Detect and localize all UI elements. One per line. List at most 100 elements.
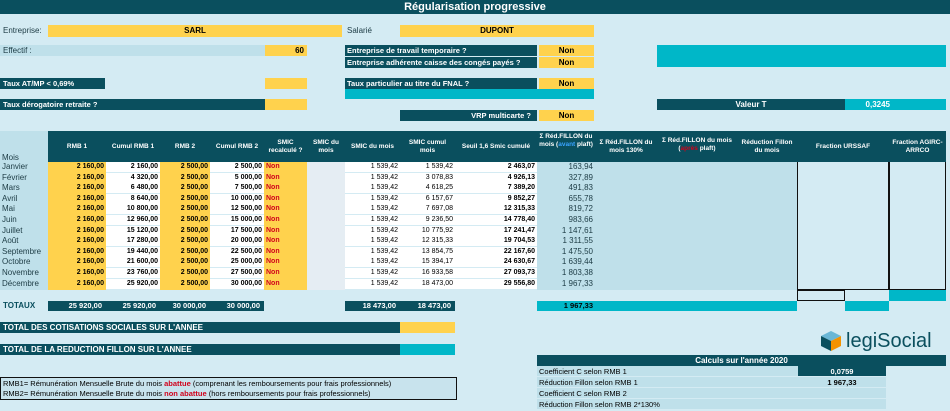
header-red-apres-b: après [680,145,698,152]
cell-cumul-rmb1: 25 920,00 [106,278,160,289]
cell-smic-cumul: 13 854,75 [400,246,455,257]
cell-rmb2[interactable]: 2 500,00 [160,162,210,172]
table-row: Juillet 2 160,00 15 120,00 2 500,00 17 500,0… [0,225,950,236]
effectif-result-box [657,45,946,67]
cell-rmb1[interactable]: 2 160,00 [48,173,106,183]
cell-red: 983,66 [568,215,593,224]
cell-rmb2[interactable]: 2 500,00 [160,204,210,214]
cell-smic-recalc[interactable]: Non [264,257,307,267]
cell-smic-cumul: 6 157,67 [400,193,455,204]
cell-rmb1[interactable]: 2 160,00 [48,162,106,172]
cell-smic-recalc[interactable]: Non [264,247,307,257]
totaux-red-130 [595,301,797,311]
cell-cumul-rmb1: 21 600,00 [106,257,160,268]
cell-smic-recalc[interactable]: Non [264,194,307,204]
cell-smic-recalc[interactable]: Non [264,268,307,278]
logo-cube-icon [821,331,841,351]
cell-mois: Août [2,236,19,246]
cell-red: 655,78 [568,193,593,203]
cell-cumul-rmb2: 15 000,00 [210,215,264,225]
cell-rmb1[interactable]: 2 160,00 [48,215,106,225]
cell-smic-recalc[interactable]: Non [264,236,307,246]
vrp-label: VRP multicarte ? [400,110,537,121]
cell-seuil: 4 926,13 [455,172,537,183]
cell-cumul-rmb2: 2 500,00 [210,162,264,172]
header-red-apres-c: plaft) [697,145,716,152]
table-row: Septembre 2 160,00 19 440,00 2 500,00 22 500… [0,246,950,257]
cell-red: 327,89 [568,172,593,182]
taux-fnal-field[interactable]: Non [539,78,594,89]
cell-rmb2[interactable]: 2 500,00 [160,183,210,193]
cell-rmb1[interactable]: 2 160,00 [48,268,106,278]
cell-smic-recalc[interactable]: Non [264,173,307,183]
valeur-t-value: 0,3245 [845,99,946,110]
cell-rmb1[interactable]: 2 160,00 [48,247,106,257]
cell-mois: Novembre [2,268,39,277]
totaux-urssaf-box [797,290,845,301]
table-row: Août 2 160,00 17 280,00 2 500,00 20 000,00 No… [0,236,950,247]
valeur-t-label: Valeur T [657,99,845,110]
cell-red: 1 147,61 [561,225,593,235]
cell-smic-cumul: 15 394,17 [400,257,455,268]
cell-rmb2[interactable]: 2 500,00 [160,236,210,246]
taux-atmp-field[interactable] [265,78,307,89]
cell-red: 1 311,55 [562,236,593,246]
cell-smic-cumul: 12 315,33 [400,236,455,247]
cell-rmb1[interactable]: 2 160,00 [48,183,106,193]
taux-derog-field[interactable] [265,99,307,110]
q-temp-field[interactable]: Non [539,45,594,56]
salarie-field[interactable]: DUPONT [400,25,594,37]
table-row: Mai 2 160,00 10 800,00 2 500,00 12 500,00 Non… [0,204,950,215]
cell-smic-recalc[interactable]: Non [264,279,307,289]
taux-fnal-input[interactable] [345,89,594,99]
cell-smic-mois: 1 539,42 [345,236,400,247]
q-conges-field[interactable]: Non [539,57,594,68]
calc-row-label: Réduction Fillon selon RMB 2*130% [537,399,798,410]
cell-seuil: 7 389,20 [455,183,537,194]
cell-rmb1[interactable]: 2 160,00 [48,279,106,289]
cell-smic-cumul: 3 078,83 [400,172,455,183]
cell-red: 1 803,38 [561,268,593,277]
totaux-agirc [889,290,946,301]
totaux-smic-cumul: 18 473,00 [400,301,455,311]
note-rmb1: RMB1= Rémunération Mensuelle Brute du mo… [3,379,391,389]
cell-rmb2[interactable]: 2 500,00 [160,268,210,278]
totaux-urssaf [845,301,889,311]
cell-red: 491,83 [568,183,593,193]
cell-smic-recalc[interactable]: Non [264,162,307,172]
cell-rmb1[interactable]: 2 160,00 [48,257,106,267]
cell-rmb2[interactable]: 2 500,00 [160,226,210,236]
total-red-label: TOTAL DE LA REDUCTION FILLON SUR L'ANNEE [0,344,400,355]
entreprise-field[interactable]: SARL [48,25,342,37]
entreprise-label: Entreprise: [3,26,42,35]
vrp-field[interactable]: Non [539,110,594,121]
cell-rmb1[interactable]: 2 160,00 [48,236,106,246]
cell-smic-recalc[interactable]: Non [264,215,307,225]
cell-seuil: 2 463,07 [455,162,537,172]
cell-smic-cumul: 4 618,25 [400,183,455,194]
cell-smic-recalc[interactable]: Non [264,226,307,236]
cell-rmb2[interactable]: 2 500,00 [160,215,210,225]
cell-rmb2[interactable]: 2 500,00 [160,279,210,289]
cell-rmb1[interactable]: 2 160,00 [48,204,106,214]
cell-rmb1[interactable]: 2 160,00 [48,194,106,204]
cell-smic-recalc[interactable]: Non [264,204,307,214]
cell-smic-recalc[interactable]: Non [264,183,307,193]
effectif-field[interactable]: 60 [265,45,307,56]
cell-cumul-rmb2: 25 000,00 [210,257,264,268]
cell-cumul-rmb1: 6 480,00 [106,183,160,194]
cell-rmb2[interactable]: 2 500,00 [160,247,210,257]
cell-cumul-rmb1: 23 760,00 [106,268,160,278]
cell-cumul-rmb1: 8 640,00 [106,193,160,204]
cell-seuil: 12 315,33 [455,204,537,215]
cell-rmb1[interactable]: 2 160,00 [48,226,106,236]
cell-seuil: 27 093,73 [455,268,537,278]
cell-rmb2[interactable]: 2 500,00 [160,257,210,267]
cell-rmb2[interactable]: 2 500,00 [160,173,210,183]
cell-smic-mois: 1 539,42 [345,225,400,236]
cell-rmb2[interactable]: 2 500,00 [160,194,210,204]
calc-row-value [798,388,886,399]
note-rmb2-c: (hors remboursements pour frais professi… [206,389,371,398]
legisocial-logo: legiSocial [820,329,946,353]
totaux-rmb2: 30 000,00 [160,301,210,311]
